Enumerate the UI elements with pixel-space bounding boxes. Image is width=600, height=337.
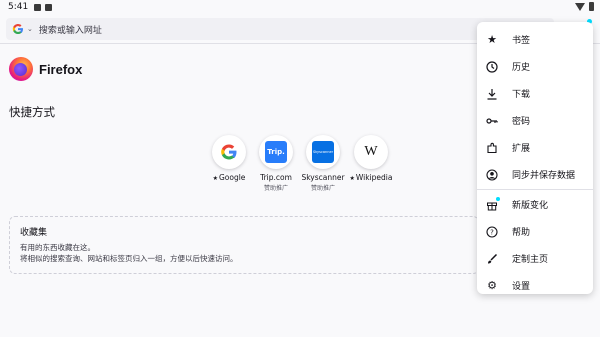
history-clock-icon xyxy=(486,60,498,73)
shortcut-tile[interactable]: Skyscanner xyxy=(306,135,340,169)
google-engine-icon[interactable] xyxy=(12,23,24,35)
menu-label: 书签 xyxy=(512,36,531,46)
menu-label: 扩展 xyxy=(512,144,531,154)
key-icon xyxy=(486,115,498,127)
menu-label: 设置 xyxy=(512,282,531,292)
wikipedia-logo-icon: W xyxy=(364,144,378,159)
collections-heading: 收藏集 xyxy=(20,228,48,238)
menu-item-help[interactable]: ? 帮助 xyxy=(477,218,593,245)
menu-label: 下载 xyxy=(512,90,531,100)
account-icon xyxy=(486,168,498,181)
download-icon xyxy=(486,88,498,100)
menu-label: 新版变化 xyxy=(512,201,549,211)
collections-description-2: 将相似的搜索查询、网站和标签页归入一组，方便以后快速访问。 xyxy=(20,254,238,263)
shortcut-name: Wikipedia xyxy=(355,173,393,182)
menu-label: 定制主页 xyxy=(512,255,549,265)
menu-item-customize-home[interactable]: 定制主页 xyxy=(477,245,593,272)
sponsored-label: 赞助推广 xyxy=(310,185,335,192)
gift-icon xyxy=(486,196,500,211)
shortcut-trip[interactable]: Trip. Trip.com 赞助推广 xyxy=(251,135,301,192)
menu-label: 帮助 xyxy=(512,228,531,238)
sponsored-label: 赞助推广 xyxy=(263,185,288,192)
firefox-logo-icon xyxy=(9,57,33,81)
status-bar: 5:41 xyxy=(0,0,600,14)
url-bar[interactable]: ⌄ 搜索或输入网址 xyxy=(6,18,554,40)
skyscanner-logo-icon: Skyscanner xyxy=(312,141,334,163)
battery-icon xyxy=(589,2,594,11)
svg-text:?: ? xyxy=(490,228,494,236)
shortcut-label: ★Google xyxy=(204,173,254,182)
shortcut-tile[interactable] xyxy=(212,135,246,169)
settings-gear-icon: ⚙ xyxy=(487,279,497,292)
brand-name: Firefox xyxy=(39,61,83,77)
trip-logo-icon: Trip. xyxy=(265,141,287,163)
shortcut-name: Google xyxy=(218,173,246,182)
menu-item-extensions[interactable]: 扩展 xyxy=(477,134,593,161)
url-placeholder[interactable]: 搜索或输入网址 xyxy=(39,23,102,36)
menu-label: 历史 xyxy=(512,63,531,73)
menu-item-settings[interactable]: ⚙ 设置 xyxy=(477,272,593,299)
collections-placeholder: 收藏集 有用的东西收藏在这。 将相似的搜索查询、网站和标签页归入一组，方便以后快… xyxy=(9,216,479,274)
shortcut-skyscanner[interactable]: Skyscanner Skyscanner 赞助推广 xyxy=(298,135,348,192)
menu-label: 同步并保存数据 xyxy=(512,171,576,181)
engine-dropdown-icon[interactable]: ⌄ xyxy=(27,25,33,33)
bookmark-star-icon: ★ xyxy=(487,33,497,46)
shortcut-tile[interactable]: Trip. xyxy=(259,135,293,169)
help-icon: ? xyxy=(486,225,498,238)
menu-label: 密码 xyxy=(512,117,531,127)
shortcut-name: Trip.com xyxy=(260,173,292,182)
menu-item-bookmarks[interactable]: ★ 书签 xyxy=(477,26,593,53)
notification-a-icon xyxy=(45,3,53,11)
shortcut-wikipedia[interactable]: W ★Wikipedia xyxy=(346,135,396,182)
extensions-icon xyxy=(486,142,498,154)
notification-icon xyxy=(34,3,42,11)
menu-item-history[interactable]: 历史 xyxy=(477,53,593,80)
collections-description: 有用的东西收藏在这。 xyxy=(20,243,95,252)
menu-item-downloads[interactable]: 下载 xyxy=(477,80,593,107)
shortcut-tile[interactable]: W xyxy=(354,135,388,169)
brush-icon xyxy=(486,253,498,265)
pin-icon: ★ xyxy=(212,175,218,182)
shortcut-label: ★Wikipedia xyxy=(346,173,396,182)
new-badge-dot xyxy=(496,196,500,201)
status-time: 5:41 xyxy=(8,2,29,12)
menu-item-passwords[interactable]: 密码 xyxy=(477,107,593,134)
wifi-icon xyxy=(575,2,585,11)
menu-item-sync[interactable]: 同步并保存数据 xyxy=(477,161,593,188)
shortcut-name: Skyscanner xyxy=(301,173,345,182)
shortcuts-heading: 快捷方式 xyxy=(9,105,55,119)
main-menu: ★ 书签 历史 下载 密码 扩展 同步并保存数据 新版变化 ? 帮助 定制主页 … xyxy=(477,22,593,294)
shortcut-google[interactable]: ★Google xyxy=(204,135,254,182)
menu-item-whats-new[interactable]: 新版变化 xyxy=(477,191,593,218)
google-icon xyxy=(221,144,237,160)
pin-icon: ★ xyxy=(349,175,355,182)
firefox-wordmark: Firefox xyxy=(9,57,82,81)
menu-divider xyxy=(477,189,593,190)
